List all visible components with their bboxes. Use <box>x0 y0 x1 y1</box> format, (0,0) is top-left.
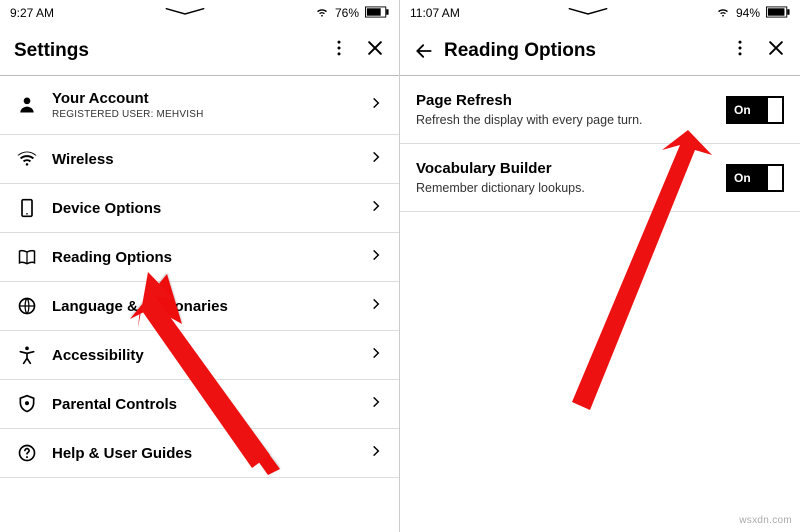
chevron-right-icon <box>369 150 383 169</box>
row-reading-options[interactable]: Reading Options <box>0 233 399 282</box>
toggle-knob <box>768 166 782 190</box>
watermark: wsxdn.com <box>739 515 792 526</box>
header: Reading Options <box>400 24 800 76</box>
row-device-options[interactable]: Device Options <box>0 184 399 233</box>
header: Settings <box>0 24 399 76</box>
chevron-right-icon <box>369 199 383 218</box>
toggle-label: On <box>728 171 757 185</box>
shield-icon <box>16 394 38 414</box>
row-language-dictionaries[interactable]: Language & Dictionaries <box>0 282 399 331</box>
globe-icon <box>16 296 38 316</box>
book-icon <box>16 247 38 267</box>
wifi-icon <box>16 149 38 169</box>
battery-icon <box>365 6 389 21</box>
setting-title: Vocabulary Builder <box>416 160 712 177</box>
status-battery-text: 76% <box>335 6 359 20</box>
device-icon <box>16 198 38 218</box>
chevron-right-icon <box>369 297 383 316</box>
accessibility-icon <box>16 345 38 365</box>
chevron-right-icon <box>369 346 383 365</box>
row-label: Device Options <box>52 200 355 217</box>
toggle-label: On <box>728 103 757 117</box>
status-battery-text: 94% <box>736 6 760 20</box>
chevron-right-icon <box>369 96 383 115</box>
status-time: 9:27 AM <box>10 6 54 20</box>
row-sublabel: REGISTERED USER: MEHVISH <box>52 109 355 120</box>
status-time: 11:07 AM <box>410 6 460 20</box>
chevron-right-icon <box>369 248 383 267</box>
toggle-page-refresh[interactable]: On <box>726 96 784 124</box>
row-parental-controls[interactable]: Parental Controls <box>0 380 399 429</box>
close-icon[interactable] <box>766 38 786 63</box>
chevron-down-icon[interactable] <box>165 6 205 20</box>
row-label: Language & Dictionaries <box>52 298 355 315</box>
page-title: Reading Options <box>444 40 720 62</box>
toggle-vocabulary-builder[interactable]: On <box>726 164 784 192</box>
row-label: Help & User Guides <box>52 445 355 462</box>
setting-subtitle: Refresh the display with every page turn… <box>416 113 712 127</box>
toggle-knob <box>768 98 782 122</box>
row-label: Accessibility <box>52 347 355 364</box>
setting-subtitle: Remember dictionary lookups. <box>416 181 712 195</box>
row-label: Wireless <box>52 151 355 168</box>
user-icon <box>16 95 38 115</box>
wifi-icon <box>716 5 730 22</box>
setting-title: Page Refresh <box>416 92 712 109</box>
status-bar: 11:07 AM 94% <box>400 0 800 24</box>
status-bar: 9:27 AM 76% <box>0 0 399 24</box>
more-vert-icon[interactable] <box>329 38 349 63</box>
row-accessibility[interactable]: Accessibility <box>0 331 399 380</box>
row-label: Parental Controls <box>52 396 355 413</box>
battery-icon <box>766 6 790 21</box>
wifi-icon <box>315 5 329 22</box>
chevron-right-icon <box>369 444 383 463</box>
page-title: Settings <box>14 40 319 62</box>
help-icon <box>16 443 38 463</box>
row-vocabulary-builder: Vocabulary Builder Remember dictionary l… <box>400 144 800 212</box>
row-help-guides[interactable]: Help & User Guides <box>0 429 399 478</box>
settings-list: Your Account REGISTERED USER: MEHVISH Wi… <box>0 76 399 532</box>
row-page-refresh: Page Refresh Refresh the display with ev… <box>400 76 800 144</box>
reading-options-list: Page Refresh Refresh the display with ev… <box>400 76 800 532</box>
row-your-account[interactable]: Your Account REGISTERED USER: MEHVISH <box>0 76 399 135</box>
row-wireless[interactable]: Wireless <box>0 135 399 184</box>
row-label: Your Account <box>52 90 355 107</box>
close-icon[interactable] <box>365 38 385 63</box>
chevron-down-icon[interactable] <box>568 6 608 20</box>
back-icon[interactable] <box>414 41 434 61</box>
row-label: Reading Options <box>52 249 355 266</box>
chevron-right-icon <box>369 395 383 414</box>
more-vert-icon[interactable] <box>730 38 750 63</box>
